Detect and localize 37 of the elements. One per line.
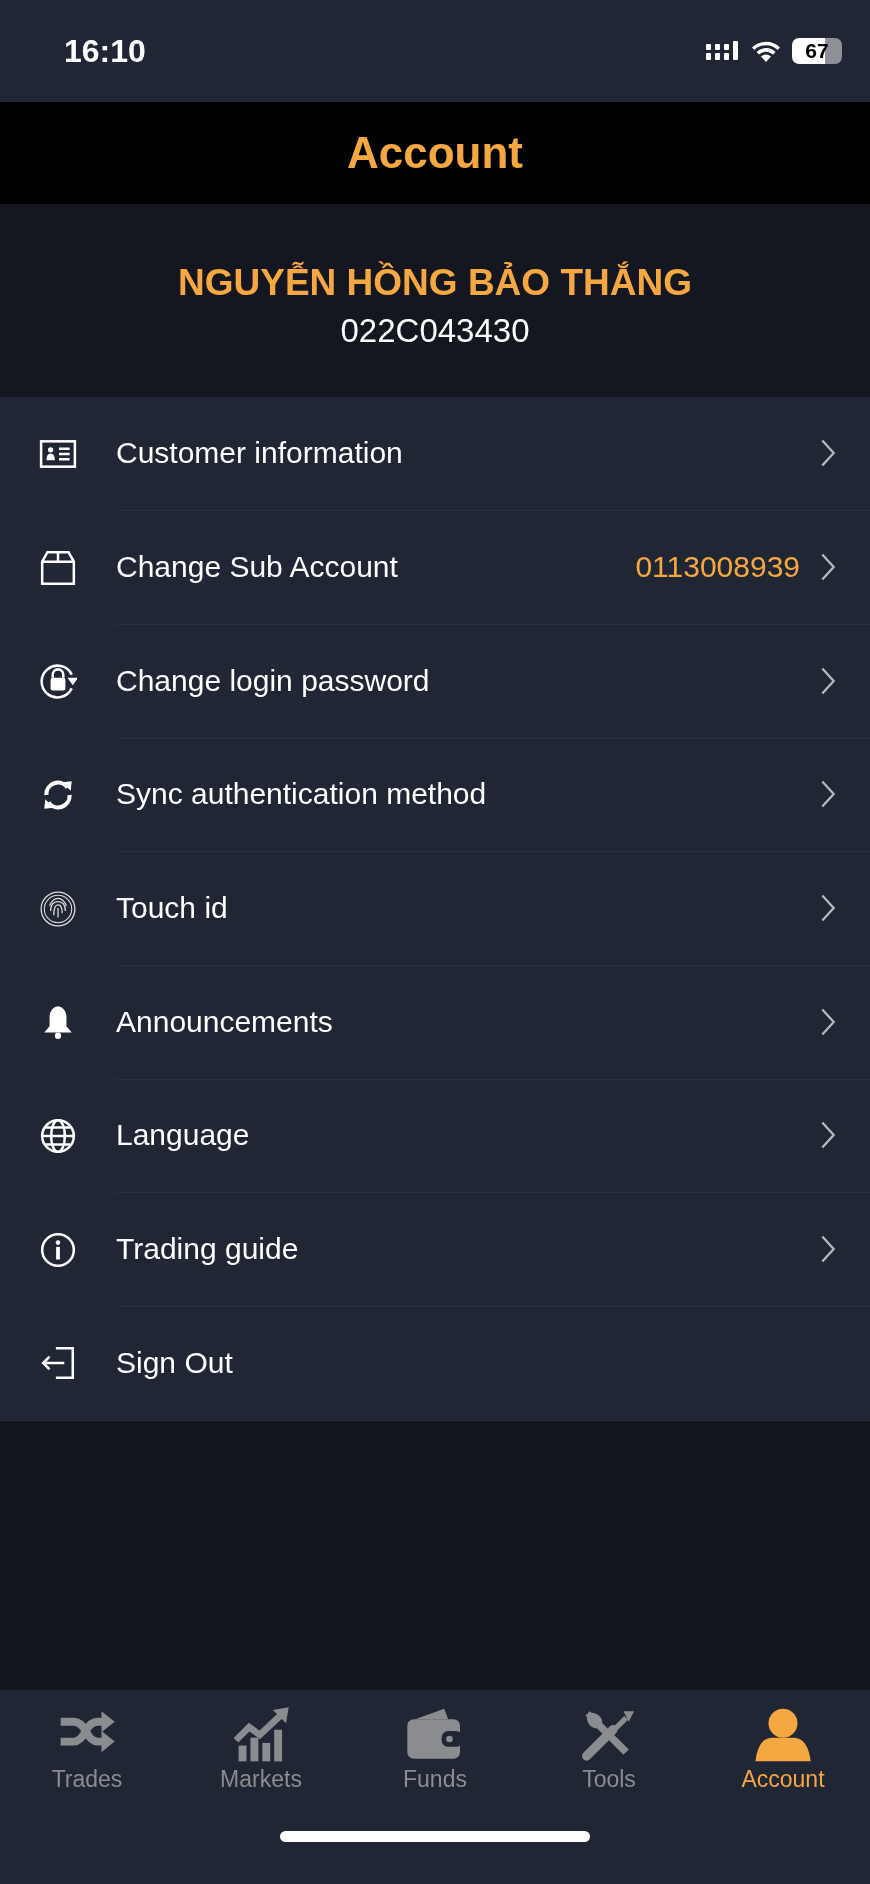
menu-label: Announcements [116,1004,334,1039]
fingerprint-icon [39,889,77,928]
box-icon [39,548,77,587]
sub-account-number: 0113008939 [635,550,800,585]
menu-item[interactable]: Sign Out [0,1306,870,1421]
menu-label: Touch id [116,891,229,926]
menu-label: Sync authentication method [116,777,488,812]
menu-label: Language [116,1118,251,1153]
signal-icon [706,41,740,61]
tab-item[interactable]: Funds [348,1706,522,1793]
menu-item[interactable]: Change login password [0,624,870,739]
account-name: NGUYỄN HỒNG BẢO THẮNG [178,260,692,304]
menu-item[interactable]: Trading guide [0,1192,870,1307]
menu-label: Change login password [116,663,431,698]
account-id: 022C043430 [340,311,530,350]
wifi-icon [750,40,782,62]
info-icon [39,1230,77,1269]
globe-icon [39,1116,77,1155]
menu-label: Trading guide [116,1232,300,1267]
tab-item[interactable]: Tools [522,1706,696,1793]
tab-item[interactable]: Markets [174,1706,348,1793]
tab-item[interactable]: Account [696,1706,870,1793]
tab-item[interactable]: Trades [0,1706,174,1793]
menu-label: Change Sub Account [116,550,399,585]
menu-label: Customer information [116,436,404,471]
person-icon [752,1706,814,1764]
menu-item[interactable]: Change Sub Account 0113008939 [0,510,870,625]
screen-title: Account [347,128,523,178]
status-time: 16:10 [64,32,146,70]
menu-item[interactable]: Touch id [0,851,870,966]
menu-item[interactable]: Announcements [0,965,870,1080]
lock-rotate-icon [39,662,77,701]
menu-item[interactable]: Sync authentication method [0,738,870,852]
menu-item[interactable]: Customer information [0,397,870,511]
battery-level: 67 [805,39,829,63]
menu-label: Sign Out [116,1346,234,1381]
menu-item[interactable]: Language [0,1079,870,1193]
